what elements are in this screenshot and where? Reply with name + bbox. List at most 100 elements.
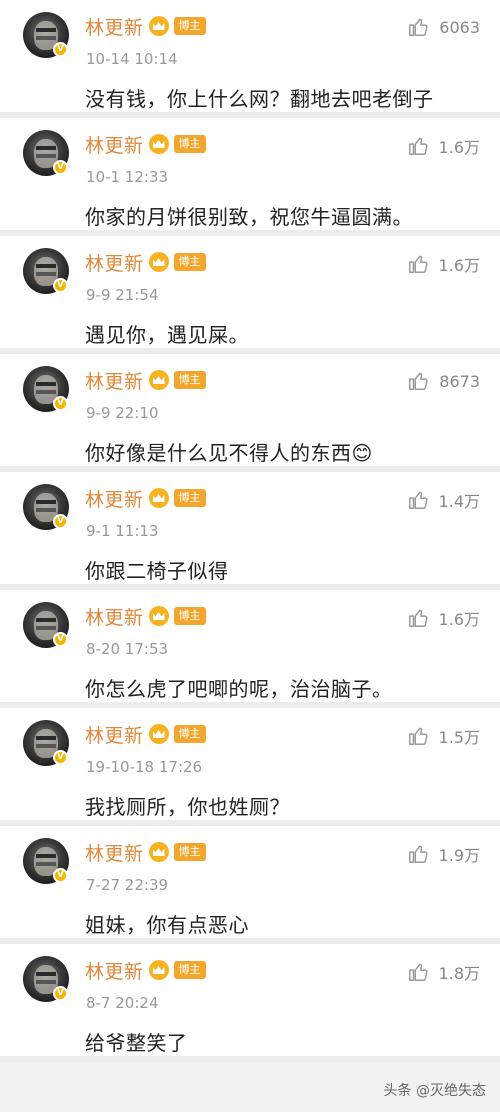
like-count: 1.4万 [438, 492, 480, 511]
user-name[interactable]: 林更新 [85, 249, 144, 276]
author-badge: 博主 [173, 725, 206, 743]
name-row: 林更新 博主 [85, 249, 206, 276]
comment-item[interactable]: V 林更新 博主 9-9 21:54 遇见你，遇见屎。 1.6万 [0, 236, 500, 354]
verified-v-icon: V [53, 278, 68, 293]
author-badge: 博主 [173, 135, 206, 153]
comment-item[interactable]: V 林更新 博主 10-1 12:33 你家的月饼很别致，祝您牛逼圆满。 1.6… [0, 118, 500, 236]
thumbs-up-icon [408, 609, 428, 627]
like-count: 1.9万 [438, 846, 480, 865]
author-badge: 博主 [173, 371, 206, 389]
thumbs-up-icon [408, 491, 428, 509]
crown-icon [148, 488, 169, 508]
like-button[interactable]: 6063 [407, 16, 480, 38]
comment-time: 10-14 10:14 [86, 50, 178, 68]
comment-time: 9-9 22:10 [86, 404, 159, 422]
thumbs-up-icon [408, 727, 428, 745]
comment-text: 遇见你，遇见屎。 [85, 323, 249, 347]
like-button[interactable]: 1.6万 [407, 606, 480, 630]
user-name[interactable]: 林更新 [85, 957, 144, 984]
comment-time: 10-1 12:33 [86, 168, 169, 186]
comment-text: 你好像是什么见不得人的东西😊 [85, 441, 373, 465]
comment-time: 8-7 20:24 [86, 994, 159, 1012]
like-button[interactable]: 1.6万 [407, 252, 480, 276]
crown-icon [148, 16, 169, 36]
comment-item[interactable]: V 林更新 博主 9-1 11:13 你跟二椅子似得 1.4万 [0, 472, 500, 590]
comment-item[interactable]: V 林更新 博主 9-9 22:10 你好像是什么见不得人的东西😊 8673 [0, 354, 500, 472]
author-badge: 博主 [173, 17, 206, 35]
thumbs-up-icon [408, 137, 428, 155]
comment-time: 8-20 17:53 [86, 640, 169, 658]
verified-v-icon: V [53, 396, 68, 411]
name-row: 林更新 博主 [85, 131, 206, 158]
like-count: 1.6万 [438, 256, 480, 275]
like-button[interactable]: 1.4万 [407, 488, 480, 512]
user-name[interactable]: 林更新 [85, 721, 144, 748]
user-name[interactable]: 林更新 [85, 839, 144, 866]
user-name[interactable]: 林更新 [85, 13, 144, 40]
comment-list: V 林更新 博主 10-14 10:14 没有钱，你上什么网？翻地去吧老倒子 6… [0, 0, 500, 1062]
author-badge: 博主 [173, 489, 206, 507]
author-badge: 博主 [173, 961, 206, 979]
comment-time: 9-9 21:54 [86, 286, 159, 304]
verified-v-icon: V [53, 514, 68, 529]
name-row: 林更新 博主 [85, 839, 206, 866]
name-row: 林更新 博主 [85, 367, 206, 394]
author-badge: 博主 [173, 253, 206, 271]
comment-text: 你怎么虎了吧唧的呢，治治脑子。 [85, 677, 393, 701]
name-row: 林更新 博主 [85, 603, 206, 630]
comment-text: 姐妹，你有点恶心 [85, 913, 249, 937]
like-button[interactable]: 1.9万 [407, 842, 480, 866]
crown-icon [148, 134, 169, 154]
comment-time: 9-1 11:13 [86, 522, 159, 540]
like-button[interactable]: 1.8万 [407, 960, 480, 984]
comment-item[interactable]: V 林更新 博主 8-7 20:24 给爷整笑了 1.8万 [0, 944, 500, 1062]
thumbs-up-icon [409, 18, 428, 36]
verified-v-icon: V [53, 632, 68, 647]
like-count: 1.6万 [438, 610, 480, 629]
crown-icon [148, 842, 169, 862]
thumbs-up-icon [408, 963, 428, 981]
crown-icon [148, 370, 169, 390]
comment-text: 我找厕所，你也姓厕？ [85, 795, 290, 819]
user-name[interactable]: 林更新 [85, 367, 144, 394]
like-button[interactable]: 1.6万 [407, 134, 480, 158]
verified-v-icon: V [53, 868, 68, 883]
comment-item[interactable]: V 林更新 博主 8-20 17:53 你怎么虎了吧唧的呢，治治脑子。 1.6万 [0, 590, 500, 708]
like-count: 1.8万 [438, 964, 480, 983]
crown-icon [148, 606, 169, 626]
like-count: 6063 [439, 17, 480, 37]
crown-icon [148, 724, 169, 744]
comment-item[interactable]: V 林更新 博主 7-27 22:39 姐妹，你有点恶心 1.9万 [0, 826, 500, 944]
user-name[interactable]: 林更新 [85, 485, 144, 512]
comment-item[interactable]: V 林更新 博主 19-10-18 17:26 我找厕所，你也姓厕？ 1.5万 [0, 708, 500, 826]
like-count: 8673 [439, 371, 480, 391]
thumbs-up-icon [409, 372, 428, 390]
name-row: 林更新 博主 [85, 13, 206, 40]
verified-v-icon: V [53, 986, 68, 1001]
verified-v-icon: V [53, 750, 68, 765]
like-button[interactable]: 1.5万 [407, 724, 480, 748]
like-count: 1.6万 [438, 138, 480, 157]
like-button[interactable]: 8673 [407, 370, 480, 392]
user-name[interactable]: 林更新 [85, 131, 144, 158]
name-row: 林更新 博主 [85, 957, 206, 984]
comment-text: 没有钱，你上什么网？翻地去吧老倒子 [85, 87, 434, 111]
crown-icon [148, 960, 169, 980]
author-badge: 博主 [173, 607, 206, 625]
verified-v-icon: V [53, 42, 68, 57]
comment-text: 你跟二椅子似得 [85, 559, 229, 583]
comment-item[interactable]: V 林更新 博主 10-14 10:14 没有钱，你上什么网？翻地去吧老倒子 6… [0, 0, 500, 118]
comment-time: 7-27 22:39 [86, 876, 169, 894]
author-badge: 博主 [173, 843, 206, 861]
name-row: 林更新 博主 [85, 721, 206, 748]
like-count: 1.5万 [438, 728, 480, 747]
thumbs-up-icon [408, 255, 428, 273]
crown-icon [148, 252, 169, 272]
watermark: 头条 @灭绝失态 [383, 1083, 486, 1099]
user-name[interactable]: 林更新 [85, 603, 144, 630]
verified-v-icon: V [53, 160, 68, 175]
comment-time: 19-10-18 17:26 [86, 758, 203, 776]
comment-text: 你家的月饼很别致，祝您牛逼圆满。 [85, 205, 413, 229]
name-row: 林更新 博主 [85, 485, 206, 512]
thumbs-up-icon [408, 845, 428, 863]
